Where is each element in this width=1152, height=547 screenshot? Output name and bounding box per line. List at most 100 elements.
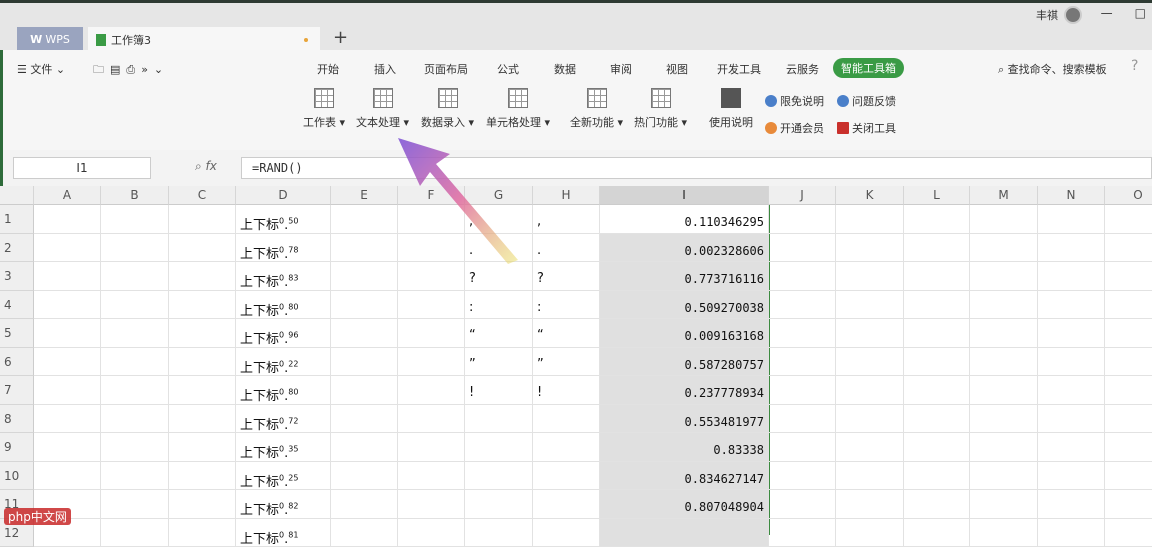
cell-H3[interactable]: ? bbox=[533, 262, 600, 291]
help-button[interactable]: ? bbox=[1131, 58, 1138, 74]
cell-B10[interactable] bbox=[101, 462, 169, 491]
manual-button[interactable]: 使用说明 bbox=[709, 88, 753, 130]
cell-J11[interactable] bbox=[769, 490, 836, 519]
cell-O2[interactable] bbox=[1105, 234, 1152, 263]
cell-H10[interactable] bbox=[533, 462, 600, 491]
cell-D11[interactable]: 上下标0.82 bbox=[236, 490, 331, 519]
cell-D7[interactable]: 上下标0.80 bbox=[236, 376, 331, 405]
column-header-L[interactable]: L bbox=[904, 186, 970, 205]
cell-C5[interactable] bbox=[169, 319, 236, 348]
cell-C1[interactable] bbox=[169, 205, 236, 234]
search-commands[interactable]: ⌕ 查找命令、搜索模板 bbox=[998, 61, 1107, 77]
cell-J2[interactable] bbox=[769, 234, 836, 263]
cell-F8[interactable] bbox=[398, 405, 465, 434]
cell-C11[interactable] bbox=[169, 490, 236, 519]
cell-O9[interactable] bbox=[1105, 433, 1152, 462]
user-account[interactable]: 丰祺 bbox=[1036, 6, 1082, 24]
cell-O11[interactable] bbox=[1105, 490, 1152, 519]
cell-L11[interactable] bbox=[904, 490, 970, 519]
cell-M11[interactable] bbox=[970, 490, 1038, 519]
row-header[interactable]: 10 bbox=[0, 462, 34, 491]
cell-J9[interactable] bbox=[769, 433, 836, 462]
cell-G10[interactable] bbox=[465, 462, 533, 491]
cell-C3[interactable] bbox=[169, 262, 236, 291]
cell-F6[interactable] bbox=[398, 348, 465, 377]
column-header-K[interactable]: K bbox=[836, 186, 904, 205]
column-header-D[interactable]: D bbox=[236, 186, 331, 205]
cell-A6[interactable] bbox=[34, 348, 101, 377]
cell-E5[interactable] bbox=[331, 319, 398, 348]
cell-M1[interactable] bbox=[970, 205, 1038, 234]
column-header-C[interactable]: C bbox=[169, 186, 236, 205]
cell-H5[interactable]: “ bbox=[533, 319, 600, 348]
cell-B9[interactable] bbox=[101, 433, 169, 462]
cell-I2[interactable]: 0.002328606 bbox=[600, 234, 769, 263]
column-header-J[interactable]: J bbox=[769, 186, 836, 205]
cell-N5[interactable] bbox=[1038, 319, 1105, 348]
row-header[interactable]: 7 bbox=[0, 376, 34, 405]
row-header[interactable]: 9 bbox=[0, 433, 34, 462]
ribbon-button[interactable]: 数据录入 ▾ bbox=[421, 88, 474, 130]
maximize-button[interactable]: □ bbox=[1135, 6, 1146, 20]
ribbon-button[interactable]: 文本处理 ▾ bbox=[356, 88, 409, 130]
cell-F4[interactable] bbox=[398, 291, 465, 320]
tab-menu[interactable]: 开始 bbox=[317, 61, 339, 77]
row-header[interactable]: 1 bbox=[0, 205, 34, 234]
cell-A3[interactable] bbox=[34, 262, 101, 291]
cell-L3[interactable] bbox=[904, 262, 970, 291]
ribbon-button[interactable]: 热门功能 ▾ bbox=[634, 88, 687, 130]
cell-D3[interactable]: 上下标0.83 bbox=[236, 262, 331, 291]
cell-B8[interactable] bbox=[101, 405, 169, 434]
cell-I5[interactable]: 0.009163168 bbox=[600, 319, 769, 348]
tab-menu[interactable]: 视图 bbox=[666, 61, 688, 77]
cell-I12[interactable] bbox=[600, 519, 769, 547]
cell-L10[interactable] bbox=[904, 462, 970, 491]
cell-J7[interactable] bbox=[769, 376, 836, 405]
cell-J4[interactable] bbox=[769, 291, 836, 320]
cell-I6[interactable]: 0.587280757 bbox=[600, 348, 769, 377]
cell-E3[interactable] bbox=[331, 262, 398, 291]
cell-H2[interactable]: . bbox=[533, 234, 600, 263]
cell-A7[interactable] bbox=[34, 376, 101, 405]
cell-N7[interactable] bbox=[1038, 376, 1105, 405]
cell-M4[interactable] bbox=[970, 291, 1038, 320]
fx-button[interactable]: ⌕ fx bbox=[195, 159, 217, 174]
new-tab-button[interactable]: + bbox=[333, 27, 348, 48]
cell-H7[interactable]: ! bbox=[533, 376, 600, 405]
cell-D8[interactable]: 上下标0.72 bbox=[236, 405, 331, 434]
cell-N11[interactable] bbox=[1038, 490, 1105, 519]
cell-O3[interactable] bbox=[1105, 262, 1152, 291]
ribbon-button[interactable]: 全新功能 ▾ bbox=[570, 88, 623, 130]
cell-H8[interactable] bbox=[533, 405, 600, 434]
cell-A9[interactable] bbox=[34, 433, 101, 462]
cell-O4[interactable] bbox=[1105, 291, 1152, 320]
cell-A1[interactable] bbox=[34, 205, 101, 234]
row-header[interactable]: 3 bbox=[0, 262, 34, 291]
cell-O7[interactable] bbox=[1105, 376, 1152, 405]
cell-L5[interactable] bbox=[904, 319, 970, 348]
cell-I3[interactable]: 0.773716116 bbox=[600, 262, 769, 291]
cell-G6[interactable]: ” bbox=[465, 348, 533, 377]
cell-E1[interactable] bbox=[331, 205, 398, 234]
cell-E12[interactable] bbox=[331, 519, 398, 547]
tab-menu[interactable]: 公式 bbox=[497, 61, 519, 77]
column-header-E[interactable]: E bbox=[331, 186, 398, 205]
column-header-O[interactable]: O bbox=[1105, 186, 1152, 205]
cell-A8[interactable] bbox=[34, 405, 101, 434]
cell-C7[interactable] bbox=[169, 376, 236, 405]
cell-K10[interactable] bbox=[836, 462, 904, 491]
column-header-B[interactable]: B bbox=[101, 186, 169, 205]
cell-B6[interactable] bbox=[101, 348, 169, 377]
select-all-corner[interactable] bbox=[0, 186, 34, 205]
spreadsheet-grid[interactable]: ABCDEFGHIJKLMNO1上下标0.50,,0.1103462952上下标… bbox=[0, 186, 1152, 528]
cell-O6[interactable] bbox=[1105, 348, 1152, 377]
cell-M5[interactable] bbox=[970, 319, 1038, 348]
name-box[interactable]: I1 bbox=[13, 157, 151, 179]
cell-D4[interactable]: 上下标0.80 bbox=[236, 291, 331, 320]
cell-C2[interactable] bbox=[169, 234, 236, 263]
cell-F5[interactable] bbox=[398, 319, 465, 348]
cell-H6[interactable]: ” bbox=[533, 348, 600, 377]
cell-B2[interactable] bbox=[101, 234, 169, 263]
file-menu[interactable]: ☰ 文件 ⌄ bbox=[17, 61, 65, 77]
cell-J1[interactable] bbox=[769, 205, 836, 234]
